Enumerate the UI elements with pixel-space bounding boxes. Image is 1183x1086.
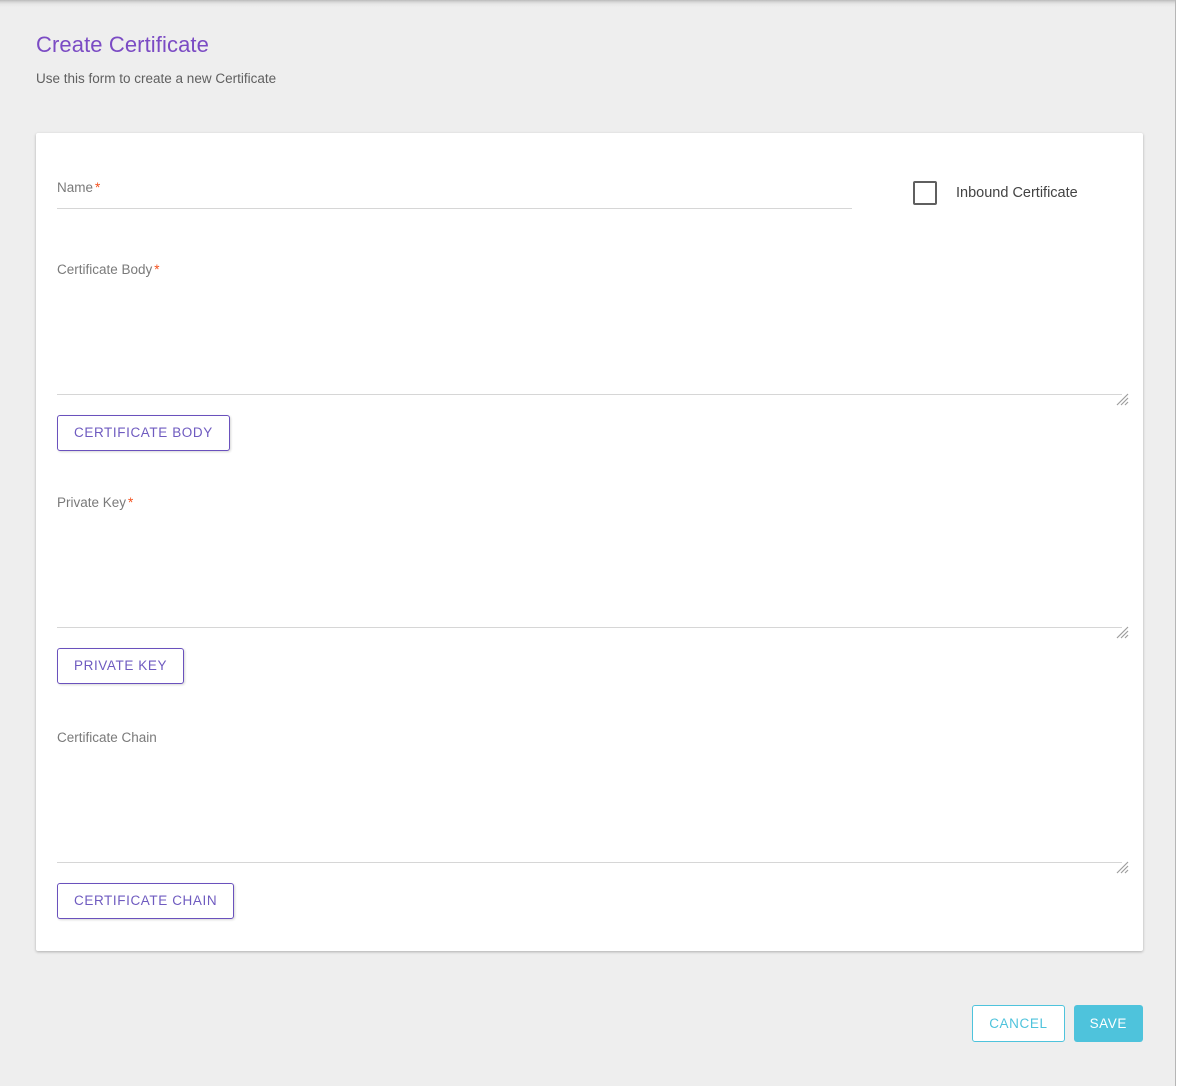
certificate-chain-group: Certificate Chain CERTIFICATE CHAIN [57, 729, 1122, 919]
private-key-upload-button[interactable]: PRIVATE KEY [57, 648, 184, 684]
private-key-label-text: Private Key [57, 495, 126, 510]
name-input-underline[interactable] [57, 208, 852, 209]
certificate-body-group: Certificate Body* CERTIFICATE BODY [57, 261, 1122, 451]
certificate-chain-underline [57, 862, 1122, 863]
private-key-textarea[interactable] [57, 518, 1122, 627]
page-subtitle: Use this form to create a new Certificat… [36, 70, 1036, 88]
cancel-button[interactable]: CANCEL [972, 1005, 1064, 1042]
private-key-required-marker: * [126, 495, 133, 510]
inbound-certificate-label: Inbound Certificate [956, 183, 1078, 203]
certificate-body-upload-button[interactable]: CERTIFICATE BODY [57, 415, 230, 451]
certificate-chain-textarea[interactable] [57, 753, 1122, 862]
name-field-group: Name* [57, 179, 852, 209]
name-row: Name* Inbound Certificate [57, 179, 1122, 219]
certificate-body-textarea-wrap [57, 285, 1122, 395]
certificate-body-underline [57, 394, 1122, 395]
certificate-chain-upload-button[interactable]: CERTIFICATE CHAIN [57, 883, 234, 919]
private-key-textarea-wrap [57, 518, 1122, 628]
name-field-label: Name* [57, 179, 852, 197]
inbound-certificate-checkbox-group[interactable]: Inbound Certificate [913, 181, 1078, 205]
page-content: Create Certificate Use this form to crea… [0, 0, 1176, 1086]
private-key-label: Private Key* [57, 494, 1122, 512]
certificate-chain-label: Certificate Chain [57, 729, 1122, 747]
page-header: Create Certificate Use this form to crea… [36, 30, 1036, 88]
certificate-body-required-marker: * [152, 262, 159, 277]
form-card: Name* Inbound Certificate Certificate Bo… [36, 133, 1143, 951]
certificate-body-label: Certificate Body* [57, 261, 1122, 279]
form-card-inner: Name* Inbound Certificate Certificate Bo… [36, 133, 1143, 951]
certificate-chain-label-text: Certificate Chain [57, 730, 157, 745]
private-key-group: Private Key* PRIVATE KEY [57, 494, 1122, 684]
save-button[interactable]: SAVE [1074, 1005, 1143, 1042]
certificate-body-textarea[interactable] [57, 285, 1122, 394]
certificate-chain-required-marker [157, 730, 159, 745]
create-certificate-page: Create Certificate Use this form to crea… [0, 0, 1183, 1086]
certificate-body-label-text: Certificate Body [57, 262, 152, 277]
page-title: Create Certificate [36, 30, 1036, 60]
checkbox-unchecked-icon[interactable] [913, 181, 937, 205]
certificate-chain-textarea-wrap [57, 753, 1122, 863]
name-required-marker: * [93, 180, 100, 195]
private-key-underline [57, 627, 1122, 628]
name-label-text: Name [57, 180, 93, 195]
window-right-gutter [1176, 0, 1183, 1086]
form-actions: CANCEL SAVE [0, 1005, 1143, 1042]
